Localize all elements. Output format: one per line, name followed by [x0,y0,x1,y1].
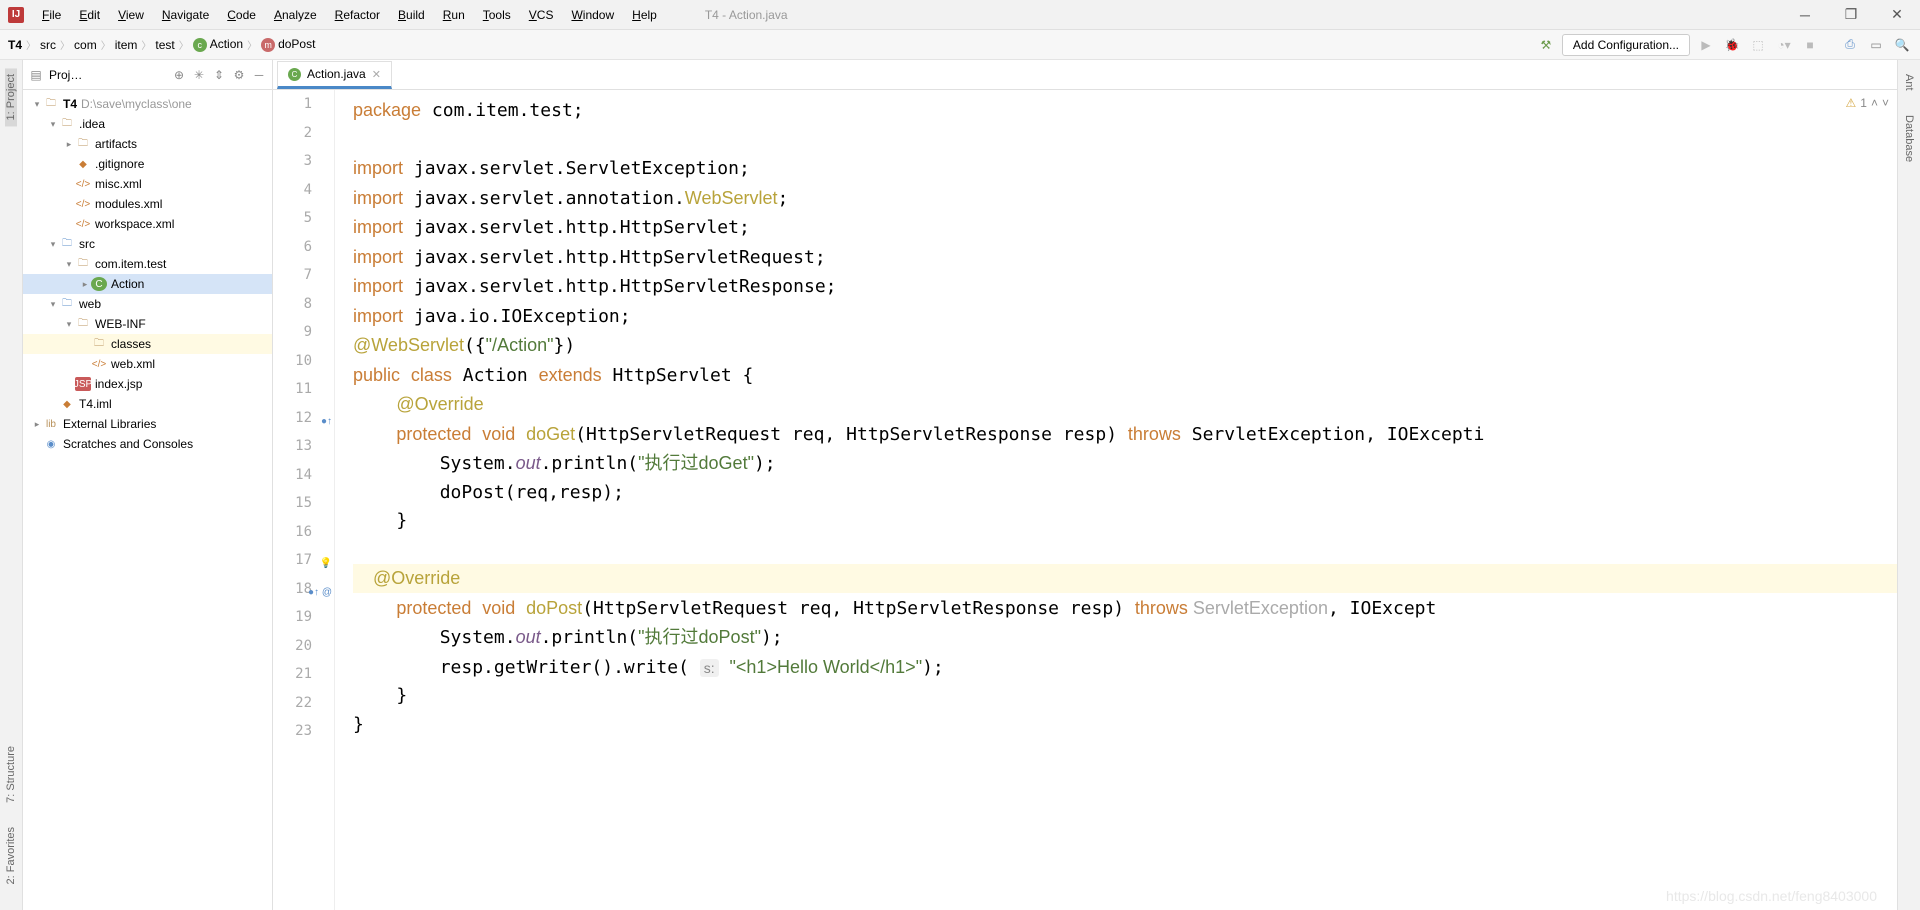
editor-body: 123456789101112●↑1314151617💡18●↑ @192021… [273,90,1897,910]
maximize-button[interactable]: ❐ [1828,0,1874,30]
warning-count: 1 [1860,96,1867,110]
menu-refactor[interactable]: Refactor [327,4,388,26]
expand-icon[interactable]: ✳ [192,68,206,82]
tree-item-t4-iml[interactable]: ◆T4.iml [23,394,272,414]
menu-window[interactable]: Window [563,4,622,26]
tool-tab-project[interactable]: 1: Project [5,68,17,126]
window-controls: ─ ❐ ✕ [1782,0,1920,30]
warning-icon: ⚠ [1846,96,1857,110]
tab-label: Action.java [307,67,366,81]
tree-item-index-jsp[interactable]: JSPindex.jsp [23,374,272,394]
project-title: Proj… [49,68,82,82]
app-logo-icon: IJ [8,7,24,23]
crumb-t4[interactable]: T4 [8,38,22,52]
tree-item-workspace-xml[interactable]: </>workspace.xml [23,214,272,234]
java-class-icon: C [288,68,301,81]
tree-item-classes[interactable]: 🗀classes [23,334,272,354]
project-select-icon[interactable]: ▤ [29,68,43,82]
tree-item-web-xml[interactable]: </>web.xml [23,354,272,374]
crumb-action[interactable]: cAction [193,37,243,52]
nav-bar: T4〉src〉com〉item〉test〉cAction〉mdoPost ⚒ A… [0,30,1920,60]
menu-vcs[interactable]: VCS [521,4,562,26]
menu-edit[interactable]: Edit [71,4,108,26]
menu-help[interactable]: Help [624,4,665,26]
tool-tab-favorites[interactable]: 2: Favorites [5,821,17,890]
tree-item-web[interactable]: ▾🗀web [23,294,272,314]
right-tool-strip: Ant Database [1897,60,1920,910]
crumb-test[interactable]: test [155,38,174,52]
tree-item-artifacts[interactable]: ▸🗀artifacts [23,134,272,154]
menu-file[interactable]: File [34,4,69,26]
project-tree[interactable]: ▾🗀T4D:\save\myclass\one▾🗀.idea▸🗀artifact… [23,90,272,910]
tab-close-icon[interactable]: ✕ [372,68,381,81]
tool-tab-ant[interactable]: Ant [1903,68,1915,97]
editor-area: C Action.java ✕ 123456789101112●↑1314151… [273,60,1897,910]
menu-run[interactable]: Run [435,4,473,26]
menu-build[interactable]: Build [390,4,433,26]
locate-icon[interactable]: ⊕ [172,68,186,82]
tree-item-action[interactable]: ▸CAction [23,274,272,294]
title-bar: IJ FileEditViewNavigateCodeAnalyzeRefact… [0,0,1920,30]
tree-item-com-item-test[interactable]: ▾🗀com.item.test [23,254,272,274]
next-highlight-icon[interactable]: ˅ [1882,96,1889,110]
editor-tabs: C Action.java ✕ [273,60,1897,90]
menu-navigate[interactable]: Navigate [154,4,217,26]
crumb-src[interactable]: src [40,38,56,52]
stop-icon[interactable]: ■ [1800,35,1820,55]
search-icon[interactable]: 🔍 [1892,35,1912,55]
layout-icon[interactable]: ▭ [1866,35,1886,55]
tree-item-modules-xml[interactable]: </>modules.xml [23,194,272,214]
tree-item-scratches-and-consoles[interactable]: ◉Scratches and Consoles [23,434,272,454]
window-title: T4 - Action.java [705,8,788,22]
breadcrumbs: T4〉src〉com〉item〉test〉cAction〉mdoPost [8,37,315,52]
git-icon[interactable]: ⎙ [1840,35,1860,55]
crumb-item[interactable]: item [115,38,138,52]
project-header: ▤ Proj… ⊕ ✳ ⇕ ⚙ ─ [23,60,272,90]
tool-tab-structure[interactable]: 7: Structure [5,740,17,809]
tree-item-t4[interactable]: ▾🗀T4D:\save\myclass\one [23,94,272,114]
run-icon[interactable]: ▶ [1696,35,1716,55]
menu-tools[interactable]: Tools [475,4,519,26]
tab-action-java[interactable]: C Action.java ✕ [277,61,392,89]
tree-item-web-inf[interactable]: ▾🗀WEB-INF [23,314,272,334]
menu-analyze[interactable]: Analyze [266,4,325,26]
minimize-button[interactable]: ─ [1782,0,1828,30]
tree-item-src[interactable]: ▾🗀src [23,234,272,254]
add-configuration-button[interactable]: Add Configuration... [1562,34,1690,56]
left-tool-strip: 1: Project 7: Structure 2: Favorites [0,60,23,910]
project-panel: ▤ Proj… ⊕ ✳ ⇕ ⚙ ─ ▾🗀T4D:\save\myclass\on… [23,60,273,910]
main-area: 1: Project 7: Structure 2: Favorites ▤ P… [0,60,1920,910]
close-button[interactable]: ✕ [1874,0,1920,30]
menu-view[interactable]: View [110,4,152,26]
tree-item--gitignore[interactable]: ◆.gitignore [23,154,272,174]
tree-item--idea[interactable]: ▾🗀.idea [23,114,272,134]
tool-tab-database[interactable]: Database [1903,109,1915,168]
line-gutter: 123456789101112●↑1314151617💡18●↑ @192021… [273,90,335,910]
main-menu: FileEditViewNavigateCodeAnalyzeRefactorB… [34,4,665,26]
inspection-widget[interactable]: ⚠ 1 ˄ ˅ [1846,96,1889,110]
hide-icon[interactable]: ─ [252,68,266,82]
code-area[interactable]: package com.item.test; import javax.serv… [335,90,1897,910]
tree-item-external-libraries[interactable]: ▸libExternal Libraries [23,414,272,434]
debug-icon[interactable]: 🐞 [1722,35,1742,55]
menu-code[interactable]: Code [219,4,264,26]
tree-item-misc-xml[interactable]: </>misc.xml [23,174,272,194]
settings-icon[interactable]: ⚙ [232,68,246,82]
prev-highlight-icon[interactable]: ˄ [1871,96,1878,110]
crumb-dopost[interactable]: mdoPost [261,37,315,52]
collapse-icon[interactable]: ⇕ [212,68,226,82]
profile-icon[interactable]: ◔▾ [1774,35,1794,55]
coverage-icon[interactable]: ⬚ [1748,35,1768,55]
crumb-com[interactable]: com [74,38,97,52]
hammer-icon[interactable]: ⚒ [1536,35,1556,55]
watermark: https://blog.csdn.net/feng8403000 [1666,888,1877,904]
